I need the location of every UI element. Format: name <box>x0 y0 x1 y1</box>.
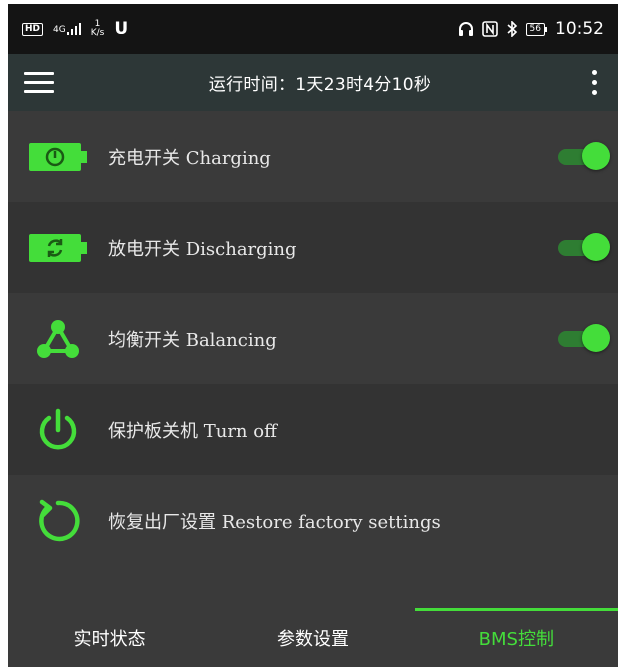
battery-discharging-icon <box>8 202 108 293</box>
app-toolbar: 运行时间：1天23时4分10秒 <box>8 54 618 111</box>
bottom-tab-bar: 实时状态 参数设置 BMS控制 <box>8 608 618 667</box>
signal-icon: 4G <box>53 23 81 35</box>
tab-parameter-settings[interactable]: 参数设置 <box>211 608 414 667</box>
restore-label: 恢复出厂设置 Restore factory settings <box>108 511 441 533</box>
clock: 10:52 <box>555 19 604 39</box>
balancing-row[interactable]: 均衡开关 Balancing <box>8 293 618 384</box>
runtime-title: 运行时间：1天23时4分10秒 <box>208 75 432 95</box>
headset-icon <box>458 22 473 36</box>
overflow-menu-icon[interactable] <box>570 54 618 111</box>
balancing-toggle[interactable] <box>556 323 610 353</box>
power-icon <box>8 384 108 475</box>
restore-row[interactable]: 恢复出厂设置 Restore factory settings <box>8 475 618 566</box>
charging-label: 充电开关 Charging <box>108 147 271 169</box>
balancing-label: 均衡开关 Balancing <box>108 329 277 351</box>
turn-off-label: 保护板关机 Turn off <box>108 420 277 442</box>
turn-off-row[interactable]: 保护板关机 Turn off <box>8 384 618 475</box>
battery-charging-icon <box>8 111 108 202</box>
balance-icon <box>8 293 108 384</box>
nfc-icon <box>481 21 498 37</box>
status-bar: HD 4G 1 K/s U 56 10:52 <box>8 4 618 54</box>
menu-icon[interactable] <box>8 54 70 111</box>
network-type: 4G <box>53 25 66 35</box>
tab-bms-control[interactable]: BMS控制 <box>414 608 618 667</box>
charging-toggle[interactable] <box>556 141 610 171</box>
discharging-toggle[interactable] <box>556 232 610 262</box>
battery-icon: 56 <box>525 22 547 36</box>
restore-icon <box>8 475 108 566</box>
tab-realtime-status[interactable]: 实时状态 <box>8 608 211 667</box>
charging-row[interactable]: 充电开关 Charging <box>8 111 618 202</box>
app-screen: HD 4G 1 K/s U 56 10:52 运行时间：1天23时4分10秒 充… <box>8 4 618 667</box>
net-speed: 1 K/s <box>90 19 105 38</box>
bluetooth-icon <box>507 21 517 37</box>
app-notification-icon: U <box>114 19 129 39</box>
discharging-row[interactable]: 放电开关 Discharging <box>8 202 618 293</box>
hd-badge: HD <box>22 22 44 36</box>
discharging-label: 放电开关 Discharging <box>108 238 297 260</box>
